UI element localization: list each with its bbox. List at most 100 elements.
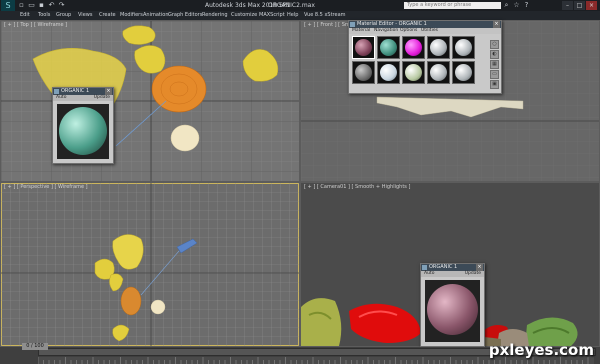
orange-disc-mesh[interactable] [151,65,207,113]
undo-icon[interactable]: ↶ [47,1,56,10]
swatch-2-preview [425,280,480,342]
menu-help[interactable]: Help [287,11,298,20]
close-button[interactable]: × [586,1,597,10]
material-slot-9[interactable] [427,61,450,84]
material-editor-window[interactable]: Material Editor - ORGANIC 1 × Material N… [348,20,502,94]
menu-rendering[interactable]: Rendering [202,11,228,20]
swatch-1-auto-checkbox[interactable]: Auto [56,95,66,100]
material-slot-8[interactable] [402,61,425,84]
swatch-1-close-button[interactable]: × [105,88,112,95]
top-viewport-label[interactable]: [ + ] [ Top ] [ Wireframe ] [4,22,67,28]
sample-type-icon[interactable]: ○ [490,40,499,49]
menu-tools[interactable]: Tools [38,11,50,20]
swatch-2-close-button[interactable]: × [476,264,483,271]
mat-menu-navigation[interactable]: Navigation [374,28,398,34]
material-sphere-organic-pink [355,39,372,56]
top-viewport[interactable]: [ + ] [ Top ] [ Wireframe ] [1,21,299,181]
swatch-1-toolbar: Auto Update [53,95,113,101]
backlight-icon[interactable]: ◐ [490,50,499,59]
material-slot-6[interactable] [352,61,375,84]
leaf-mesh-top[interactable] [122,25,156,45]
minimize-button[interactable]: – [562,1,573,10]
viewport-area: [ + ] [ Top ] [ Wireframe ] [ + ] [ Fron… [0,20,600,347]
swatch-2-toolbar: Auto Update [421,271,484,277]
menu-create[interactable]: Create [99,11,116,20]
material-sphere-grey-2 [455,39,472,56]
material-slot-7[interactable] [377,61,400,84]
menu-modifiers[interactable]: Modifiers [120,11,143,20]
menu-views[interactable]: Views [78,11,92,20]
perspective-viewport-label[interactable]: [ + ] [ Perspective ] [ Wireframe ] [4,184,88,190]
swatch-1-icon [54,89,59,94]
menu-edit[interactable]: Edit [20,11,30,20]
material-sphere-grey-1 [430,39,447,56]
swatch-2-auto-checkbox[interactable]: Auto [424,271,434,276]
help-icon[interactable]: ? [522,1,531,10]
mat-menu-utilities[interactable]: Utilities [421,28,438,34]
material-editor-menu: Material Navigation Options Utilities [349,28,501,34]
material-sphere-organic-teal-large [59,107,107,155]
swatch-1-preview [57,104,109,159]
material-slot-3[interactable] [402,36,425,59]
rendered-leaf-left [301,298,342,346]
orange-disc-persp[interactable] [120,286,142,316]
menu-graph-editors[interactable]: Graph Editors [168,11,202,20]
open-file-icon[interactable]: ▭ [27,1,36,10]
material-editor-icon [350,22,355,27]
material-slot-2[interactable] [377,36,400,59]
material-swatch-window-1[interactable]: ORGANIC 1 × Auto Update [52,87,114,164]
perspective-viewport-grid [1,183,299,346]
menu-bar: Edit Tools Group Views Create Modifiers … [0,11,600,20]
time-counter[interactable]: 0 / 100 [22,343,48,350]
menu-customize[interactable]: Customize [231,11,257,20]
material-slot-1[interactable] [352,36,375,59]
perspective-viewport[interactable]: [ + ] [ Perspective ] [ Wireframe ] [1,183,299,346]
top-viewport-grid [1,21,299,181]
watermark-logo: pxleyes.com [488,341,594,359]
material-slot-10[interactable] [452,61,475,84]
material-editor-close-button[interactable]: × [493,21,500,28]
material-sphere-grey-3 [430,64,447,81]
camera-viewport-label[interactable]: [ + ] [ Camera01 ] [ Smooth + Highlights… [304,184,410,190]
swatch-2-icon [422,265,427,270]
material-sphere-magenta [405,39,422,56]
material-sphere-pale-green [405,64,422,81]
material-editor-titlebar[interactable]: Material Editor - ORGANIC 1 × [349,21,501,28]
swatch-2-update-button[interactable]: Update [465,271,481,277]
app-logo-button[interactable]: S [1,0,15,11]
menu-group[interactable]: Group [56,11,71,20]
cream-blob-mesh[interactable] [170,124,200,152]
swatch-2-titlebar[interactable]: ORGANIC 1 × [421,264,484,271]
title-bar: S ▫ ▭ ▪ ↶ ↷ Autodesk 3ds Max 2010 SP1 OR… [0,0,600,11]
material-editor-title: Material Editor - ORGANIC 1 [357,21,427,27]
redo-icon[interactable]: ↷ [57,1,66,10]
background-icon[interactable]: ▦ [490,60,499,69]
subscription-icon[interactable]: ☆ [512,1,521,10]
swatch-1-title: ORGANIC 1 [61,88,90,94]
video-check-icon[interactable]: ▣ [490,80,499,89]
material-sphere-organic-pink-large [427,284,478,335]
material-sphere-dark-grey [355,64,372,81]
material-slot-5[interactable] [452,36,475,59]
menu-vue-xstream[interactable]: Vue 8.5 xStream [304,11,346,20]
swatch-1-titlebar[interactable]: ORGANIC 1 × [53,88,113,95]
menu-animation[interactable]: Animation [143,11,169,20]
mat-menu-options[interactable]: Options [400,28,417,34]
maximize-button[interactable]: □ [574,1,585,10]
material-sphere-white [380,64,397,81]
material-sphere-organic-teal [380,39,397,56]
search-icon[interactable]: ⌕ [502,1,511,10]
new-file-icon[interactable]: ▫ [17,1,26,10]
material-slot-4[interactable] [427,36,450,59]
mat-menu-material[interactable]: Material [352,28,370,34]
swatch-2-title: ORGANIC 1 [429,264,458,270]
material-swatch-window-2[interactable]: ORGANIC 1 × Auto Update [420,263,485,347]
search-input[interactable]: Type a keyword or phrase [404,2,501,9]
sample-uv-icon[interactable]: ▭ [490,70,499,79]
cream-blob-persp[interactable] [150,299,166,315]
material-sphere-grey-4 [455,64,472,81]
save-icon[interactable]: ▪ [37,1,46,10]
menu-maxscript[interactable]: MAXScript [259,11,285,20]
file-name: ORGANIC2.max [268,2,315,9]
swatch-1-update-button[interactable]: Update [94,95,110,101]
